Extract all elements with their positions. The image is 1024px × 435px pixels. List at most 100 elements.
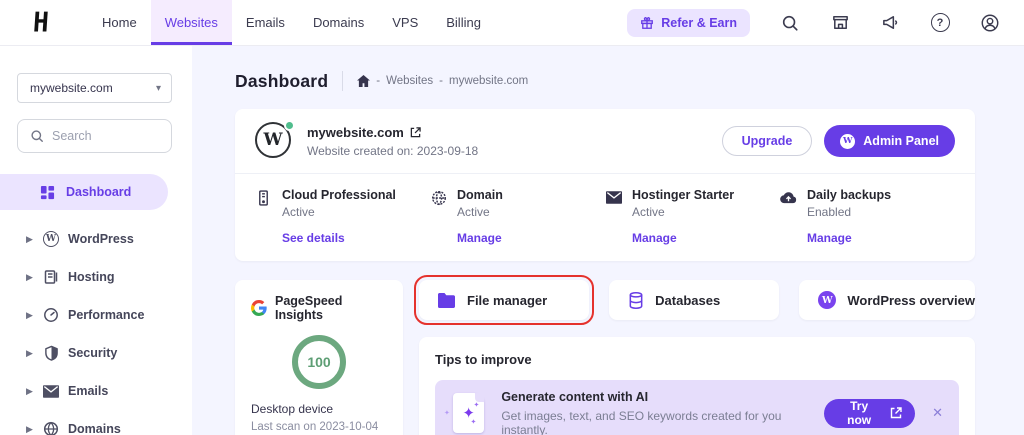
service-status: Active — [632, 205, 665, 219]
service-status: Enabled — [807, 205, 852, 219]
breadcrumb-websites[interactable]: Websites — [386, 75, 433, 87]
chevron-down-icon: ▾ — [155, 82, 161, 94]
hpanel-app: H Home Websites Emails Domains VPS Billi… — [0, 0, 1024, 435]
announcements-icon[interactable] — [880, 13, 900, 33]
home-icon[interactable] — [357, 75, 371, 87]
manage-domain-link[interactable]: Manage — [457, 231, 503, 245]
chevron-right-icon: ▶ — [26, 423, 33, 434]
pagespeed-device: Desktop device — [251, 402, 334, 416]
nav-tab-vps[interactable]: VPS — [378, 0, 432, 45]
marketplace-icon[interactable] — [830, 13, 850, 33]
ai-banner-title: Generate content with AI — [501, 389, 649, 404]
website-created-date: Website created on: 2023-09-18 — [307, 143, 479, 158]
sidebar-item-domains[interactable]: ▶ Domains — [0, 410, 192, 435]
main-content: Dashboard - Websites - mywebsite.com W m… — [192, 46, 1024, 435]
nav-tab-emails[interactable]: Emails — [232, 0, 299, 45]
sidebar-item-label: Dashboard — [66, 185, 132, 199]
file-manager-card[interactable]: File manager — [413, 275, 595, 325]
envelope-icon — [605, 189, 622, 206]
refer-label: Refer & Earn — [661, 15, 737, 30]
nav-tab-domains[interactable]: Domains — [299, 0, 378, 45]
logo-glyph: H — [32, 6, 48, 39]
nav-tab-websites[interactable]: Websites — [150, 0, 232, 45]
tips-title: Tips to improve — [435, 352, 532, 367]
pagespeed-score-gauge: 100 — [292, 335, 346, 389]
website-domain: mywebsite.com — [307, 124, 404, 140]
refer-and-earn-button[interactable]: Refer & Earn — [627, 8, 750, 37]
search-input[interactable] — [52, 129, 159, 143]
top-navbar: H Home Websites Emails Domains VPS Billi… — [0, 0, 1024, 46]
close-icon[interactable]: ✕ — [932, 405, 943, 421]
service-backups: Daily backups Enabled Manage — [780, 188, 955, 245]
service-status: Active — [282, 205, 315, 219]
gauge-icon — [42, 306, 60, 324]
envelope-icon — [42, 382, 60, 400]
header-actions: Refer & Earn ? — [627, 0, 1000, 45]
admin-panel-button[interactable]: W Admin Panel — [824, 125, 955, 157]
pagespeed-title: PageSpeed Insights — [275, 294, 343, 322]
main-nav: Home Websites Emails Domains VPS Billing — [88, 0, 495, 45]
breadcrumb-separator: - — [439, 75, 443, 87]
account-icon[interactable] — [980, 13, 1000, 33]
site-selector-dropdown[interactable]: mywebsite.com ▾ — [17, 73, 172, 103]
chevron-right-icon: ▶ — [26, 385, 33, 396]
service-title: Domain — [457, 188, 503, 202]
service-status: Active — [457, 205, 490, 219]
service-title: Daily backups — [807, 188, 892, 202]
nav-tab-billing[interactable]: Billing — [432, 0, 495, 45]
status-online-dot — [284, 120, 295, 131]
wordpress-icon: W — [818, 291, 837, 309]
service-title: Cloud Professional — [282, 188, 396, 202]
sidebar-item-dashboard[interactable]: Dashboard — [0, 174, 168, 210]
breadcrumb: Dashboard - Websites - mywebsite.com — [235, 68, 1024, 94]
search-icon[interactable] — [780, 13, 800, 33]
chevron-right-icon: ▶ — [26, 233, 33, 244]
breadcrumb-site[interactable]: mywebsite.com — [449, 75, 528, 87]
manage-email-link[interactable]: Manage — [632, 231, 734, 245]
website-avatar: W — [255, 120, 295, 160]
divider — [342, 71, 344, 91]
sidebar-item-hosting[interactable]: ▶ Hosting — [0, 258, 192, 296]
folder-icon — [438, 292, 456, 308]
shield-icon — [42, 344, 60, 362]
hostinger-logo-icon[interactable]: H — [25, 6, 55, 39]
globe-icon — [430, 189, 447, 206]
globe-icon — [42, 420, 60, 435]
chevron-right-icon: ▶ — [26, 271, 33, 282]
sidebar-item-emails[interactable]: ▶ Emails — [0, 372, 192, 410]
try-now-button[interactable]: Try now — [824, 398, 916, 428]
page-title: Dashboard — [235, 70, 329, 91]
help-icon[interactable]: ? — [930, 13, 950, 33]
wordpress-overview-card[interactable]: W WordPress overview — [799, 280, 975, 320]
dashboard-grid-icon — [40, 185, 55, 200]
quick-actions-row: File manager Databases W WordPress overv… — [413, 275, 975, 325]
external-link-icon[interactable] — [410, 126, 421, 138]
databases-card[interactable]: Databases — [609, 280, 780, 320]
website-card: W mywebsite.com Website created on: 2023… — [235, 109, 975, 261]
nav-tab-home[interactable]: Home — [88, 0, 151, 45]
chevron-right-icon: ▶ — [26, 309, 33, 320]
gift-icon — [640, 16, 654, 30]
sidebar-item-performance[interactable]: ▶ Performance — [0, 296, 192, 334]
wordpress-icon: W — [42, 230, 60, 248]
see-details-link[interactable]: See details — [282, 231, 396, 245]
service-email-plan: Hostinger Starter Active Manage — [605, 188, 780, 245]
sidebar-item-security[interactable]: ▶ Security — [0, 334, 192, 372]
search-icon — [30, 129, 44, 143]
pagespeed-last-scan: Last scan on 2023-10-04 — [251, 421, 379, 433]
manage-backups-link[interactable]: Manage — [807, 231, 891, 245]
cloud-backup-icon — [780, 189, 797, 206]
server-icon — [42, 268, 60, 286]
services-row: Cloud Professional Active See details Do… — [235, 174, 975, 261]
external-link-icon — [890, 407, 902, 419]
chevron-right-icon: ▶ — [26, 347, 33, 358]
ai-banner: ✦ ✦ ✦ ✦ Generate content with AI Get ima… — [435, 380, 959, 435]
sidebar-search[interactable] — [17, 119, 172, 153]
service-hosting-plan: Cloud Professional Active See details — [255, 188, 430, 245]
upgrade-button[interactable]: Upgrade — [721, 126, 813, 156]
pagespeed-score: 100 — [307, 354, 331, 370]
tips-card: Tips to improve ✦ ✦ ✦ ✦ Generate content… — [419, 337, 975, 435]
breadcrumb-separator: - — [376, 75, 381, 87]
sidebar-item-wordpress[interactable]: ▶ W WordPress — [0, 220, 192, 258]
pagespeed-card: PageSpeed Insights 100 Desktop device La… — [235, 280, 403, 435]
